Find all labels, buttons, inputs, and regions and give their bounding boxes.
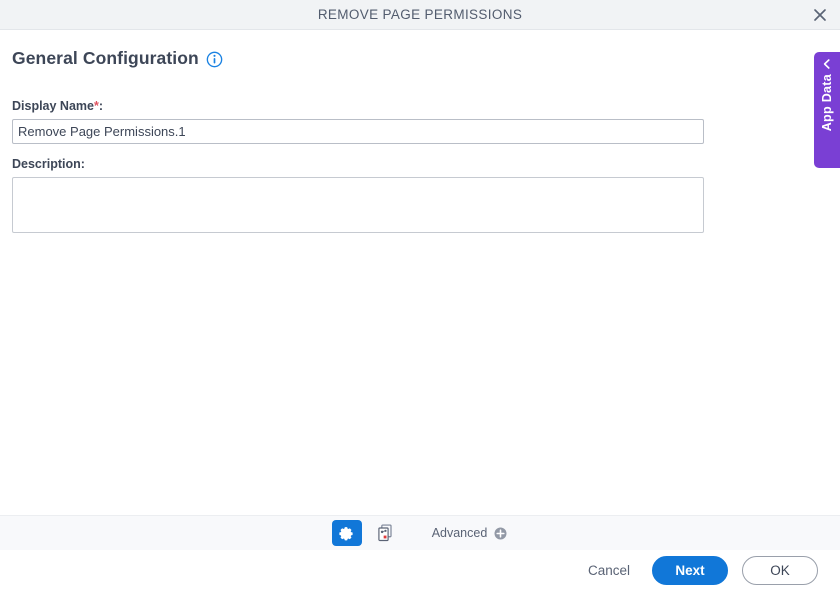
display-name-label-text: Display Name: [12, 99, 94, 113]
dialog-title-bar: REMOVE PAGE PERMISSIONS: [0, 0, 840, 30]
info-icon[interactable]: [206, 51, 223, 68]
description-label: Description:: [12, 157, 85, 171]
section-header: General Configuration: [12, 48, 223, 69]
gear-icon: [339, 526, 353, 540]
advanced-label: Advanced: [431, 526, 488, 540]
cancel-button[interactable]: Cancel: [580, 557, 638, 584]
display-name-label-colon: :: [98, 99, 104, 113]
display-name-input[interactable]: [12, 119, 704, 144]
app-data-tab-label: App Data: [820, 74, 834, 132]
chevron-left-icon: [823, 59, 830, 69]
page-permissions-icon: [378, 524, 392, 542]
close-icon: [814, 9, 826, 21]
page-title: General Configuration: [12, 48, 199, 68]
display-name-label: Display Name*:: [12, 99, 103, 113]
page-permissions-tab-button[interactable]: [371, 520, 401, 546]
general-configuration-tab-button[interactable]: [331, 520, 362, 546]
app-data-panel-tab[interactable]: App Data: [814, 52, 840, 168]
close-button[interactable]: [808, 4, 832, 26]
dialog-toolbar: Advanced: [0, 515, 840, 550]
next-button[interactable]: Next: [652, 556, 728, 585]
dialog-title: REMOVE PAGE PERMISSIONS: [317, 7, 523, 22]
ok-button[interactable]: OK: [742, 556, 818, 585]
plus-circle-icon: [494, 527, 507, 539]
advanced-add-button[interactable]: Advanced: [432, 526, 509, 541]
description-textarea[interactable]: [12, 177, 704, 233]
dialog-footer: Cancel Next OK: [0, 550, 840, 591]
